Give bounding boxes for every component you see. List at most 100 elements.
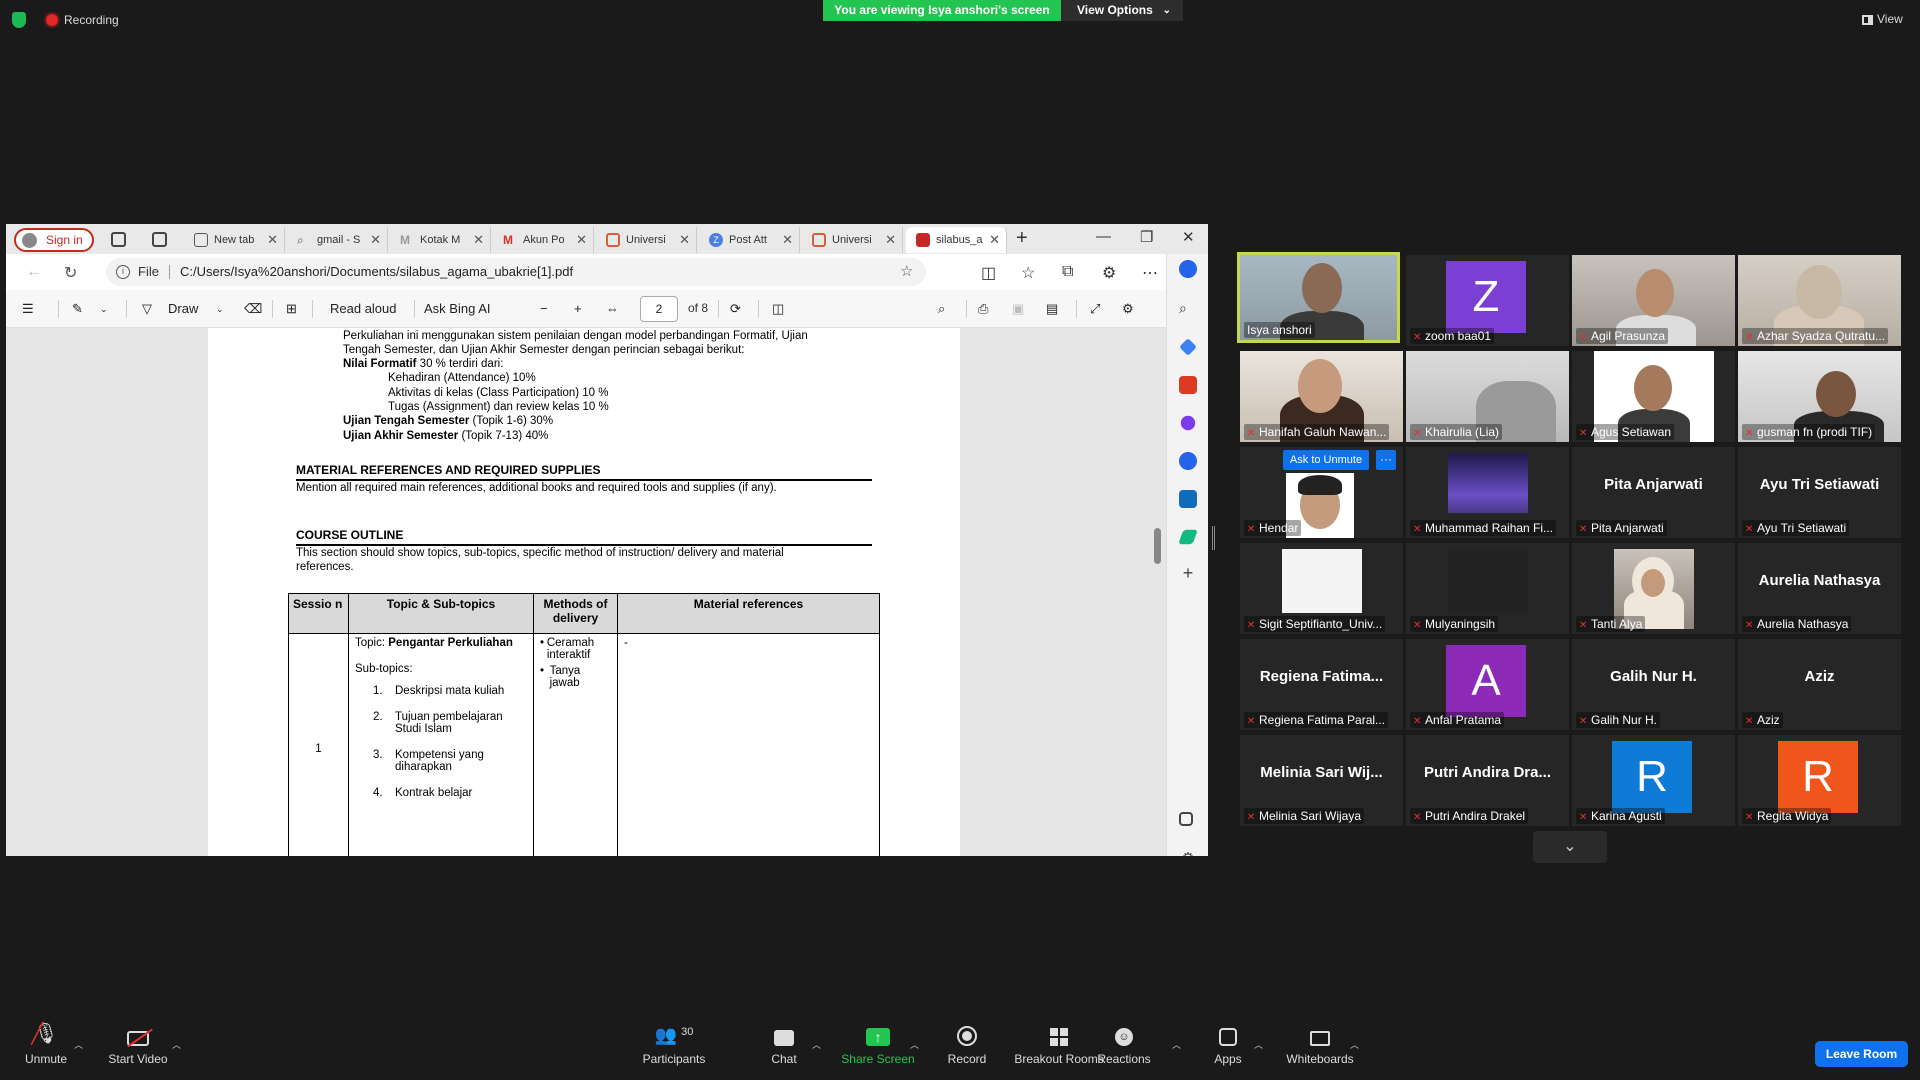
participant-tile[interactable]: ✕ Azhar Syadza Qutratu... — [1738, 255, 1901, 346]
participant-tile[interactable]: Regiena Fatima... ✕ Regiena Fatima Paral.… — [1240, 639, 1403, 730]
draw-label[interactable]: Draw — [168, 301, 198, 316]
close-tab-icon[interactable]: ✕ — [267, 227, 278, 253]
record-button[interactable]: Record — [942, 1020, 992, 1066]
address-field[interactable]: i File C:/Users/Isya%20anshori/Documents… — [106, 258, 926, 286]
apps-options-chevron-icon[interactable]: ︿ — [1254, 1038, 1263, 1051]
participant-tile[interactable]: A ✕ Anfal Pratama — [1406, 639, 1569, 730]
fullscreen-icon[interactable]: ⤢ — [1090, 301, 1100, 317]
close-tab-icon[interactable]: ✕ — [679, 227, 690, 253]
favorites-icon[interactable]: ☆ — [1021, 263, 1035, 283]
tab-actions-icon[interactable] — [152, 232, 167, 247]
info-icon[interactable]: i — [116, 265, 130, 279]
view-button[interactable]: View — [1862, 12, 1903, 26]
microsoft-365-icon[interactable] — [1179, 452, 1197, 470]
participant-tile[interactable]: ✕ Khairulia (Lia) — [1406, 351, 1569, 442]
start-video-button[interactable]: Start Video — [104, 1020, 172, 1066]
participant-tile[interactable]: Pita Anjarwati ✕ Pita Anjarwati — [1572, 447, 1735, 538]
participant-tile[interactable]: Aziz ✕ Aziz — [1738, 639, 1901, 730]
chat-options-chevron-icon[interactable]: ︿ — [812, 1038, 821, 1051]
minimize-icon[interactable]: — — [1096, 228, 1111, 245]
tile-more-options-button[interactable]: ··· — [1376, 450, 1396, 470]
participant-tile[interactable]: Aurelia Nathasya ✕ Aurelia Nathasya — [1738, 543, 1901, 634]
new-tab-plus-icon[interactable]: + — [1016, 227, 1028, 250]
highlight-icon[interactable]: ✎ — [72, 301, 83, 317]
more-menu-icon[interactable]: ⋯ — [1142, 263, 1158, 283]
chevron-down-icon[interactable]: ⌄ — [100, 304, 108, 315]
participant-tile[interactable]: ✕ gusman fn (prodi TIF) — [1738, 351, 1901, 442]
outlook-icon[interactable] — [1179, 490, 1197, 508]
workspaces-icon[interactable] — [111, 232, 126, 247]
read-aloud-button[interactable]: Read aloud — [330, 301, 397, 316]
reactions-options-chevron-icon[interactable]: ︿ — [1172, 1038, 1181, 1051]
zoom-in-icon[interactable]: + — [574, 301, 582, 316]
video-options-chevron-icon[interactable]: ︿ — [172, 1038, 181, 1051]
ask-to-unmute-button[interactable]: Ask to Unmute — [1283, 450, 1369, 470]
add-plus-icon[interactable]: + — [1179, 564, 1197, 582]
tab-silabus-pdf[interactable]: silabus_a ✕ — [906, 227, 1007, 253]
close-window-icon[interactable]: ✕ — [1182, 228, 1195, 246]
text-box-icon[interactable]: ⊞ — [286, 301, 297, 317]
games-icon[interactable] — [1180, 415, 1196, 431]
tab-university-2[interactable]: Universi ✕ — [802, 227, 903, 253]
gallery-next-page-chevron-icon[interactable]: ⌄ — [1533, 831, 1607, 863]
hide-sidebar-icon[interactable] — [1179, 812, 1193, 826]
leave-room-button[interactable]: Leave Room — [1815, 1041, 1908, 1067]
favorite-star-icon[interactable]: ☆ — [900, 262, 913, 280]
collections-icon[interactable]: ⧉ — [1062, 263, 1073, 281]
tab-gmail-account[interactable]: M Akun Po ✕ — [493, 227, 594, 253]
shopping-tag-icon[interactable] — [1179, 338, 1197, 356]
search-icon[interactable]: ⌕ — [938, 301, 945, 317]
participants-button[interactable]: 👥 30 Participants — [638, 1020, 710, 1066]
participant-tile[interactable]: ✕ Mulyaningsih — [1406, 543, 1569, 634]
url-text[interactable]: C:/Users/Isya%20anshori/Documents/silabu… — [180, 264, 573, 279]
sidebar-settings-icon[interactable]: ⚙ — [1179, 850, 1197, 856]
pdf-scrollbar[interactable] — [1154, 438, 1162, 856]
participant-tile[interactable]: Isya anshori — [1237, 252, 1400, 343]
eraser-icon[interactable]: ⌫ — [244, 301, 262, 317]
close-tab-icon[interactable]: ✕ — [473, 227, 484, 253]
view-options-button[interactable]: View Options ⌄ — [1061, 0, 1183, 21]
zoom-out-icon[interactable]: − — [540, 301, 548, 316]
back-arrow-icon[interactable]: ← — [26, 263, 42, 281]
audio-options-chevron-icon[interactable]: ︿ — [74, 1038, 83, 1051]
participant-tile[interactable]: ✕ Agus Setiawan — [1572, 351, 1735, 442]
sign-in-button[interactable]: Sign in — [14, 228, 94, 252]
participant-tile[interactable]: ✕ Tanti Alya — [1572, 543, 1735, 634]
close-tab-icon[interactable]: ✕ — [370, 227, 381, 253]
unmute-button[interactable]: 🎙 ╱ Unmute — [18, 1020, 74, 1066]
participant-tile[interactable]: ✕ Hanifah Galuh Nawan... — [1240, 351, 1403, 442]
ask-bing-button[interactable]: Ask Bing AI — [424, 301, 490, 316]
participant-tile[interactable]: ✕ Agil Prasunza — [1572, 255, 1735, 346]
whiteboards-button[interactable]: Whiteboards — [1282, 1020, 1358, 1066]
bing-copilot-icon[interactable] — [1179, 260, 1197, 278]
tab-gmail-search[interactable]: ⌕ gmail - S ✕ — [287, 227, 388, 253]
participant-tile[interactable]: ✕ Muhammad Raihan Fi... — [1406, 447, 1569, 538]
fit-width-icon[interactable]: ⇔ — [606, 301, 619, 316]
share-screen-button[interactable]: ↑ Share Screen — [838, 1020, 918, 1066]
participant-tile[interactable]: Galih Nur H. ✕ Galih Nur H. — [1572, 639, 1735, 730]
tab-post-attendance[interactable]: Z Post Att ✕ — [699, 227, 800, 253]
chevron-down-icon[interactable]: ⌄ — [216, 304, 224, 315]
close-tab-icon[interactable]: ✕ — [782, 227, 793, 253]
tab-gmail-inbox[interactable]: M Kotak M ✕ — [390, 227, 491, 253]
split-screen-icon[interactable]: ◫ — [981, 263, 996, 283]
apps-button[interactable]: Apps — [1208, 1020, 1248, 1066]
encryption-shield-icon[interactable] — [12, 12, 26, 28]
search-icon[interactable]: ⌕ — [1179, 300, 1197, 318]
tab-university-1[interactable]: Universi ✕ — [596, 227, 697, 253]
participant-tile[interactable]: ✕ Sigit Septifianto_Univ... — [1240, 543, 1403, 634]
share-options-chevron-icon[interactable]: ︿ — [910, 1038, 919, 1051]
participant-tile[interactable]: Melinia Sari Wij... ✕ Melinia Sari Wijaya — [1240, 735, 1403, 826]
extensions-icon[interactable]: ⚙ — [1102, 263, 1116, 283]
participant-tile[interactable]: Putri Andira Dra... ✕ Putri Andira Drakel — [1406, 735, 1569, 826]
split-resize-handle[interactable] — [1212, 526, 1215, 550]
close-tab-icon[interactable]: ✕ — [576, 227, 587, 253]
scrollbar-thumb[interactable] — [1154, 528, 1161, 564]
restore-icon[interactable]: ❐ — [1140, 228, 1153, 246]
page-view-icon[interactable]: ◫ — [772, 301, 784, 317]
participant-tile[interactable]: R ✕ Karina Agusti — [1572, 735, 1735, 826]
close-tab-icon[interactable]: ✕ — [885, 227, 896, 253]
reactions-button[interactable]: ☺ Reactions — [1088, 1020, 1160, 1066]
save-as-icon[interactable]: ▤ — [1046, 301, 1058, 317]
participant-tile[interactable]: Ayu Tri Setiawati ✕ Ayu Tri Setiawati — [1738, 447, 1901, 538]
